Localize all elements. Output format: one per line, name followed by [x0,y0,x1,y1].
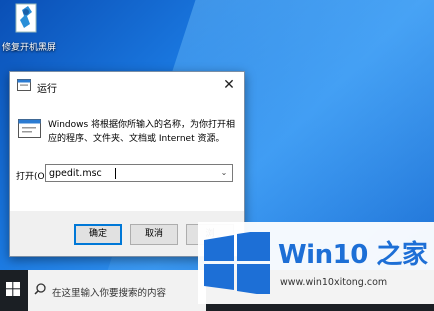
open-input-value: gpedit.msc [49,168,102,179]
search-placeholder: 在这里输入你要搜索的内容 [52,288,167,299]
chevron-down-icon[interactable]: ⌄ [216,165,232,181]
run-titlebar[interactable]: 运行 ✕ [10,72,244,98]
run-title: 运行 [37,84,57,95]
watermark-title-win10: Win10 [278,240,368,270]
taskbar-search-box[interactable]: 在这里输入你要搜索的内容 [28,270,206,311]
search-icon [34,283,46,298]
win10-logo-icon [204,229,270,297]
watermark-url: www.win10xitong.com [280,277,388,288]
open-input[interactable]: gpedit.msc ⌄ [45,164,233,182]
close-icon[interactable]: ✕ [214,72,244,98]
desktop-icon-label: 修复开机黑屏 [2,43,57,53]
run-app-icon [17,79,31,94]
watermark-title: Win10 之家 [278,234,428,271]
cancel-button[interactable]: 取消 [130,224,178,245]
run-large-icon [18,119,42,142]
text-caret [115,168,116,179]
windows-start-icon[interactable] [6,282,20,299]
site-watermark: Win10 之家 www.win10xitong.com [198,222,434,304]
repair-tool-icon [12,2,40,38]
desktop-icon-repair[interactable]: 修复开机黑屏 [2,2,57,53]
run-body: Windows 将根据你所输入的名称，为你打开相应的程序、文件夹、文档或 Int… [10,98,244,211]
ok-button[interactable]: 确定 [74,224,122,245]
watermark-title-zhijia: 之家 [376,240,428,270]
run-description: Windows 将根据你所输入的名称，为你打开相应的程序、文件夹、文档或 Int… [48,120,236,144]
